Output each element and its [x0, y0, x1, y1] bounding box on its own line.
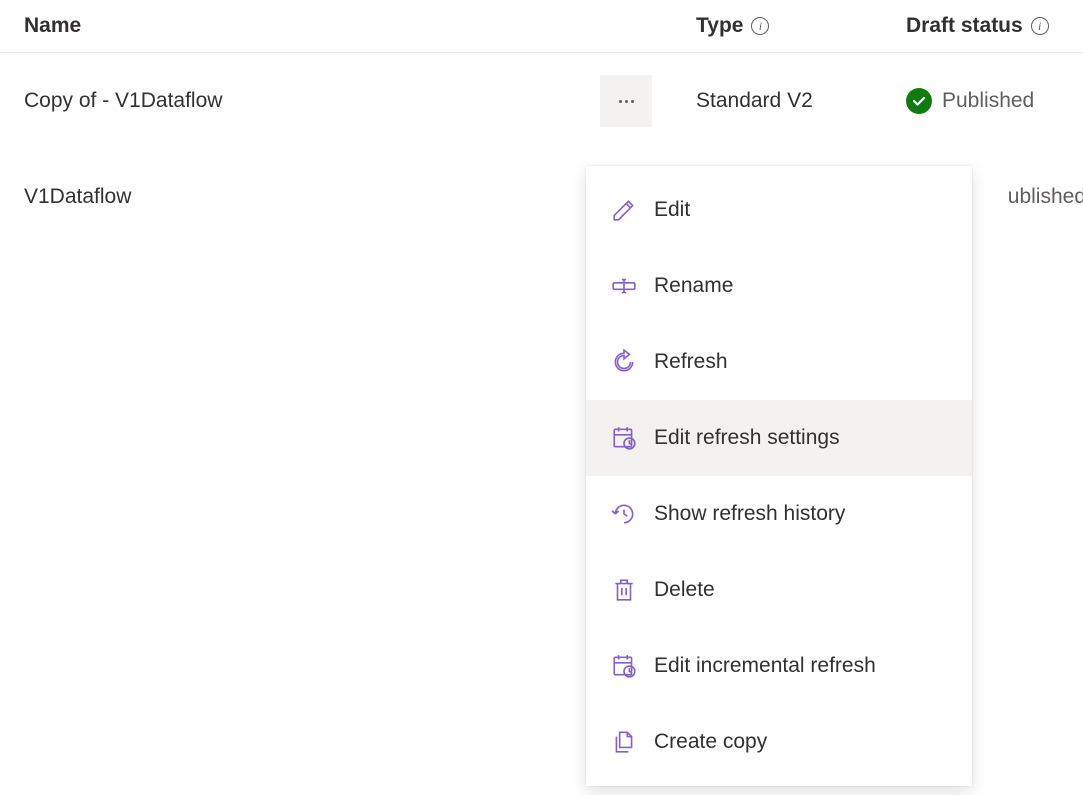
trash-icon — [610, 576, 638, 604]
row-type: Standard V2 — [656, 89, 906, 113]
menu-item-delete[interactable]: Delete — [586, 552, 972, 628]
column-status-label: Draft status — [906, 14, 1023, 38]
menu-label: Create copy — [654, 730, 767, 754]
column-type-label: Type — [696, 14, 743, 38]
dataflow-name: V1Dataflow — [24, 185, 131, 209]
context-menu: Edit Rename Refresh Edit refresh setting… — [586, 166, 972, 786]
refresh-icon — [610, 348, 638, 376]
table-header: Name Type i Draft status i — [0, 0, 1083, 53]
menu-item-edit[interactable]: Edit — [586, 172, 972, 248]
row-name: V1Dataflow — [0, 185, 596, 209]
column-header-status[interactable]: Draft status i — [906, 14, 1083, 38]
checkmark-icon — [906, 88, 932, 114]
table-row[interactable]: Copy of - V1Dataflow Standard V2 Publish… — [0, 53, 1083, 149]
dataflow-type: Standard V2 — [696, 89, 813, 113]
menu-item-show-refresh-history[interactable]: Show refresh history — [586, 476, 972, 552]
column-header-name[interactable]: Name — [0, 14, 696, 38]
ellipsis-icon — [619, 100, 634, 103]
row-status: Published — [906, 88, 1083, 114]
calendar-clock-icon — [610, 652, 638, 680]
copy-icon — [610, 728, 638, 756]
menu-label: Edit refresh settings — [654, 426, 840, 450]
menu-item-refresh[interactable]: Refresh — [586, 324, 972, 400]
menu-label: Show refresh history — [654, 502, 845, 526]
row-actions — [596, 75, 656, 127]
calendar-clock-icon — [610, 424, 638, 452]
menu-item-edit-incremental-refresh[interactable]: Edit incremental refresh — [586, 628, 972, 704]
menu-item-rename[interactable]: Rename — [586, 248, 972, 324]
rename-icon — [610, 272, 638, 300]
info-icon[interactable]: i — [1031, 17, 1049, 35]
column-name-label: Name — [24, 14, 81, 38]
menu-label: Rename — [654, 274, 733, 298]
menu-item-create-copy[interactable]: Create copy — [586, 704, 972, 780]
info-icon[interactable]: i — [751, 17, 769, 35]
menu-label: Delete — [654, 578, 715, 602]
column-header-type[interactable]: Type i — [696, 14, 906, 38]
menu-item-edit-refresh-settings[interactable]: Edit refresh settings — [586, 400, 972, 476]
status-text: Published — [942, 89, 1034, 113]
history-icon — [610, 500, 638, 528]
row-name: Copy of - V1Dataflow — [0, 89, 596, 113]
status-text: ublished — [1008, 185, 1083, 209]
menu-label: Edit — [654, 198, 690, 222]
menu-label: Refresh — [654, 350, 728, 374]
dataflow-name: Copy of - V1Dataflow — [24, 89, 222, 113]
more-actions-button[interactable] — [600, 75, 652, 127]
pencil-icon — [610, 196, 638, 224]
menu-label: Edit incremental refresh — [654, 654, 876, 678]
